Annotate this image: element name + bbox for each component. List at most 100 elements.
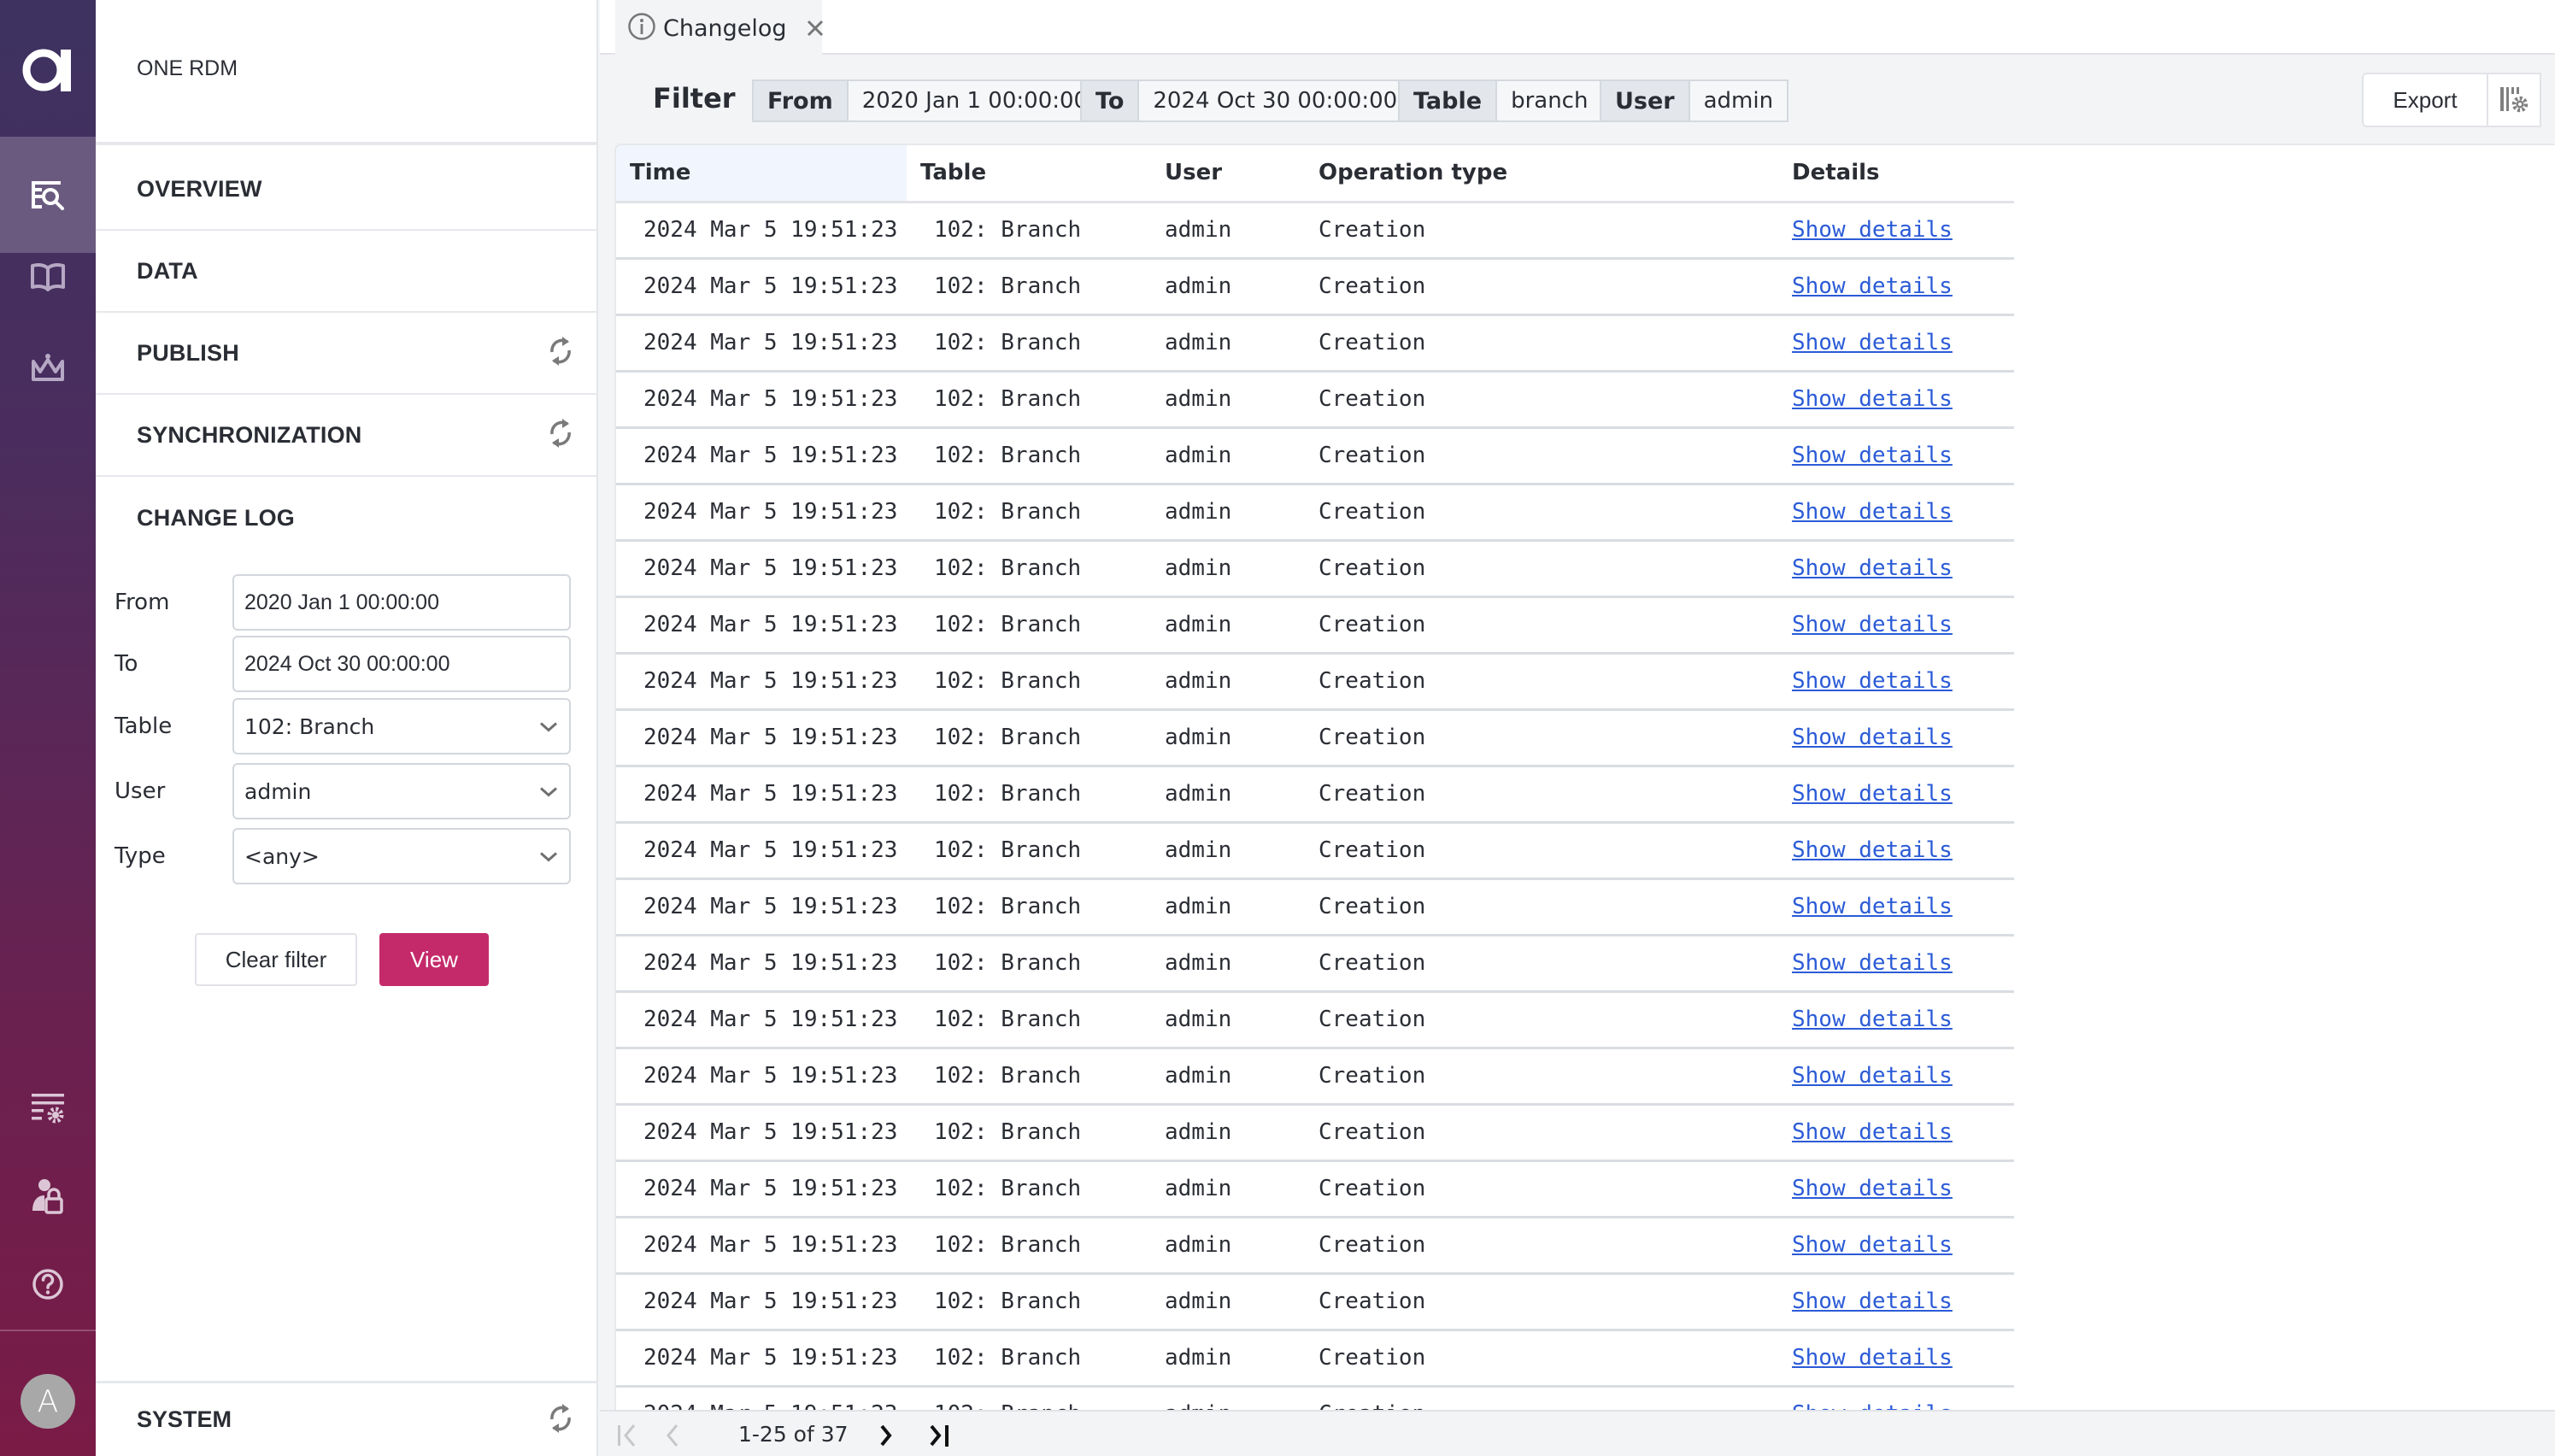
user-select[interactable]: admin bbox=[232, 763, 571, 819]
to-date-input[interactable]: 2024 Oct 30 00:00:00 bbox=[232, 636, 571, 692]
cell-details: Show details bbox=[1778, 1273, 2014, 1331]
tab-changelog[interactable]: Changelog bbox=[615, 0, 825, 56]
cell-time: 2024 Mar 5 19:51:23 bbox=[616, 1160, 907, 1218]
filter-bar: Filter From 2020 Jan 1 00:00:00 To 2024 … bbox=[600, 56, 2555, 144]
column-header-user[interactable]: User bbox=[1151, 145, 1305, 203]
type-label: Type bbox=[115, 843, 166, 869]
sync-icon[interactable] bbox=[547, 1402, 574, 1438]
nav-item-data[interactable]: DATA bbox=[96, 231, 596, 313]
sync-icon[interactable] bbox=[547, 417, 574, 453]
close-icon[interactable] bbox=[806, 19, 825, 38]
show-details-link[interactable]: Show details bbox=[1792, 273, 1953, 299]
cell-details: Show details bbox=[1778, 1386, 2014, 1410]
cell-operation-type: Creation bbox=[1305, 1160, 1778, 1218]
nav-item-label: CHANGE LOG bbox=[137, 504, 296, 531]
iconbar-data[interactable] bbox=[0, 239, 96, 316]
view-button[interactable]: View bbox=[379, 933, 489, 986]
column-header-table[interactable]: Table bbox=[907, 145, 1151, 203]
cell-details: Show details bbox=[1778, 427, 2014, 485]
user-label: User bbox=[115, 778, 166, 804]
table-row: 2024 Mar 5 19:51:23102: BranchadminCreat… bbox=[616, 1330, 2014, 1388]
table-select[interactable]: 102: Branch bbox=[232, 698, 571, 754]
filter-chip-table[interactable]: Table branch bbox=[1398, 79, 1604, 122]
cell-operation-type: Creation bbox=[1305, 1330, 1778, 1388]
show-details-link[interactable]: Show details bbox=[1792, 1232, 1953, 1258]
show-details-link[interactable]: Show details bbox=[1792, 1176, 1953, 1201]
show-details-link[interactable]: Show details bbox=[1792, 894, 1953, 919]
pagination-range: 1-25 of 37 bbox=[738, 1422, 849, 1447]
cell-user: admin bbox=[1151, 1217, 1305, 1275]
table-header-row: Time Table User Operation type Details bbox=[616, 145, 2014, 203]
show-details-link[interactable]: Show details bbox=[1792, 725, 1953, 750]
show-details-link[interactable]: Show details bbox=[1792, 1289, 1953, 1314]
cell-time: 2024 Mar 5 19:51:23 bbox=[616, 1273, 907, 1331]
show-details-link[interactable]: Show details bbox=[1792, 386, 1953, 412]
nav-item-system[interactable]: SYSTEM bbox=[96, 1381, 596, 1456]
show-details-link[interactable]: Show details bbox=[1792, 555, 1953, 581]
cell-time: 2024 Mar 5 19:51:23 bbox=[616, 258, 907, 316]
show-details-link[interactable]: Show details bbox=[1792, 837, 1953, 863]
cell-operation-type: Creation bbox=[1305, 1104, 1778, 1162]
cell-user: admin bbox=[1151, 653, 1305, 711]
chip-key: User bbox=[1601, 81, 1690, 120]
cell-time: 2024 Mar 5 19:51:23 bbox=[616, 991, 907, 1049]
table-row: 2024 Mar 5 19:51:23102: BranchadminCreat… bbox=[616, 653, 2014, 711]
cell-table: 102: Branch bbox=[907, 596, 1151, 655]
nav-item-change-log[interactable]: CHANGE LOG bbox=[96, 477, 596, 559]
cell-details: Show details bbox=[1778, 314, 2014, 373]
show-details-link[interactable]: Show details bbox=[1792, 330, 1953, 355]
cell-time: 2024 Mar 5 19:51:23 bbox=[616, 1386, 907, 1410]
nav-item-synchronization[interactable]: SYNCHRONIZATION bbox=[96, 395, 596, 477]
last-page-button[interactable] bbox=[925, 1418, 955, 1453]
cell-table: 102: Branch bbox=[907, 1048, 1151, 1106]
show-details-link[interactable]: Show details bbox=[1792, 668, 1953, 694]
show-details-link[interactable]: Show details bbox=[1792, 612, 1953, 637]
cell-details: Show details bbox=[1778, 822, 2014, 880]
filter-chip-to[interactable]: To 2024 Oct 30 00:00:00 bbox=[1080, 79, 1413, 122]
show-details-link[interactable]: Show details bbox=[1792, 781, 1953, 807]
show-details-link[interactable]: Show details bbox=[1792, 1401, 1953, 1410]
column-header-operation-type[interactable]: Operation type bbox=[1305, 145, 1778, 203]
from-date-input[interactable]: 2020 Jan 1 00:00:00 bbox=[232, 574, 571, 631]
table-row: 2024 Mar 5 19:51:23102: BranchadminCreat… bbox=[616, 1273, 2014, 1331]
show-details-link[interactable]: Show details bbox=[1792, 443, 1953, 468]
iconbar-settings[interactable] bbox=[0, 1070, 96, 1147]
filter-chip-from[interactable]: From 2020 Jan 1 00:00:00 bbox=[752, 79, 1104, 122]
iconbar-publish[interactable] bbox=[0, 329, 96, 406]
main-content: Changelog Filter From 2020 Jan 1 00:00:0… bbox=[600, 0, 2555, 1456]
navigation-panel: ONE RDM OVERVIEW DATA PUBLISH SYNCHRONIZ… bbox=[96, 0, 598, 1456]
user-avatar[interactable]: A bbox=[21, 1374, 75, 1429]
cell-user: admin bbox=[1151, 1104, 1305, 1162]
column-header-details[interactable]: Details bbox=[1778, 145, 2014, 203]
iconbar-overview[interactable] bbox=[0, 137, 96, 253]
show-details-link[interactable]: Show details bbox=[1792, 1063, 1953, 1089]
show-details-link[interactable]: Show details bbox=[1792, 1007, 1953, 1032]
iconbar-users[interactable] bbox=[0, 1158, 96, 1235]
column-settings-button[interactable] bbox=[2488, 73, 2541, 127]
show-details-link[interactable]: Show details bbox=[1792, 1345, 1953, 1371]
cell-operation-type: Creation bbox=[1305, 709, 1778, 767]
cell-operation-type: Creation bbox=[1305, 1217, 1778, 1275]
previous-page-button[interactable] bbox=[660, 1418, 685, 1453]
filter-chip-user[interactable]: User admin bbox=[1600, 79, 1789, 122]
show-details-link[interactable]: Show details bbox=[1792, 950, 1953, 976]
first-page-button[interactable] bbox=[614, 1418, 643, 1453]
table-row: 2024 Mar 5 19:51:23102: BranchadminCreat… bbox=[616, 1386, 2014, 1410]
export-button[interactable]: Export bbox=[2362, 73, 2488, 127]
cell-details: Show details bbox=[1778, 1217, 2014, 1275]
cell-user: admin bbox=[1151, 202, 1305, 260]
nav-item-overview[interactable]: OVERVIEW bbox=[96, 149, 596, 231]
type-select[interactable]: <any> bbox=[232, 828, 571, 884]
nav-item-publish[interactable]: PUBLISH bbox=[96, 313, 596, 395]
cell-details: Show details bbox=[1778, 709, 2014, 767]
next-page-button[interactable] bbox=[873, 1418, 899, 1453]
show-details-link[interactable]: Show details bbox=[1792, 1119, 1953, 1145]
cell-operation-type: Creation bbox=[1305, 202, 1778, 260]
show-details-link[interactable]: Show details bbox=[1792, 499, 1953, 525]
sync-icon[interactable] bbox=[547, 335, 574, 371]
app-logo[interactable] bbox=[0, 26, 96, 111]
show-details-link[interactable]: Show details bbox=[1792, 217, 1953, 243]
column-header-time[interactable]: Time bbox=[616, 145, 907, 203]
clear-filter-button[interactable]: Clear filter bbox=[195, 933, 357, 986]
iconbar-help[interactable] bbox=[0, 1246, 96, 1323]
